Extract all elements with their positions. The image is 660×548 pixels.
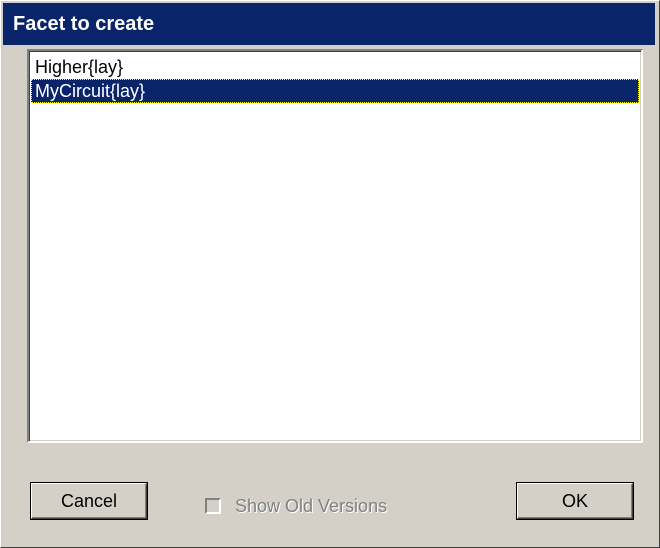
show-old-versions-option[interactable]: Show Old Versions <box>205 495 387 517</box>
cancel-button[interactable]: Cancel <box>31 483 147 519</box>
show-old-versions-checkbox[interactable] <box>205 498 221 514</box>
list-item-higher[interactable]: Higher{lay} <box>31 55 639 79</box>
ok-button[interactable]: OK <box>517 483 633 519</box>
show-old-versions-label: Show Old Versions <box>235 495 388 516</box>
list-item-mycircuit[interactable]: MyCircuit{lay} <box>31 79 639 103</box>
facet-dialog: Facet to create Higher{lay} MyCircuit{la… <box>0 0 660 548</box>
facet-listbox[interactable]: Higher{lay} MyCircuit{lay} <box>27 49 643 443</box>
dialog-title: Facet to create <box>3 3 655 45</box>
